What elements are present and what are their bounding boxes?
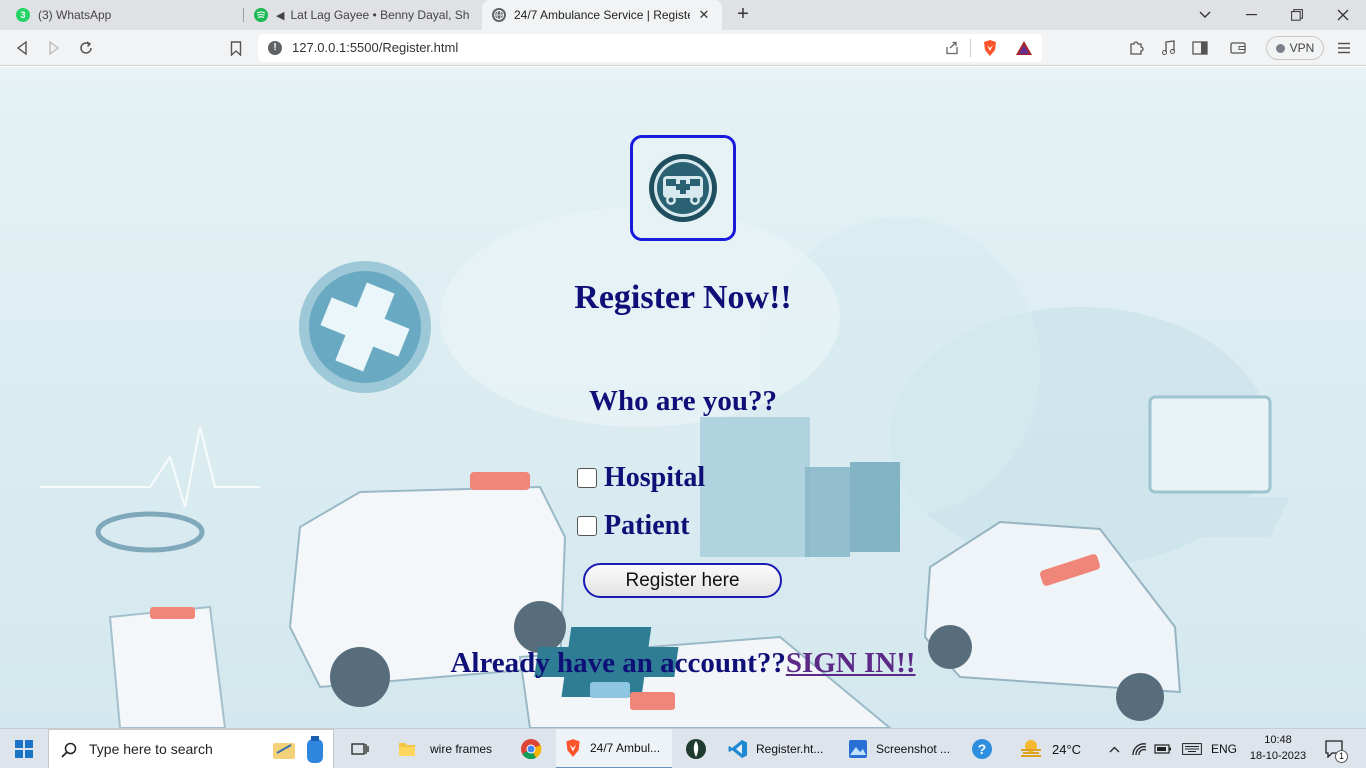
notification-center[interactable]: 1	[1322, 729, 1348, 768]
tab-spotify[interactable]: ◀ Lat Lag Gayee • Benny Dayal, Shalmali	[244, 0, 480, 30]
taskbar-app-vscode[interactable]: Register.ht...	[722, 729, 834, 768]
weather-temperature: 24°C	[1052, 741, 1082, 757]
photos-icon	[849, 740, 867, 758]
battery-icon[interactable]	[1154, 729, 1172, 768]
spotify-icon	[254, 8, 268, 22]
taskbar-app-label: wire frames	[430, 742, 493, 756]
back-button[interactable]	[10, 36, 34, 60]
clock-time: 10:48	[1264, 734, 1292, 746]
mongodb-icon	[686, 739, 706, 759]
wifi-icon[interactable]	[1130, 729, 1148, 768]
close-window-button[interactable]	[1320, 0, 1366, 30]
windows-taskbar: Type here to search wire frames 24/7 Amb…	[0, 728, 1366, 768]
notification-count: 1	[1335, 750, 1348, 763]
vpn-label: VPN	[1289, 41, 1315, 55]
search-placeholder: Type here to search	[89, 741, 213, 757]
media-icon[interactable]	[1156, 36, 1180, 60]
already-account-text: Already have an account??	[450, 647, 786, 679]
page-title: Register Now!!	[574, 279, 792, 316]
tab-search-chevron-icon[interactable]	[1182, 0, 1228, 30]
sign-in-link[interactable]: SIGN IN!!	[786, 647, 916, 679]
chrome-icon	[521, 739, 542, 760]
restore-button[interactable]	[1274, 0, 1320, 30]
help-icon[interactable]: ?	[966, 729, 998, 768]
keyboard-icon[interactable]	[1180, 729, 1204, 768]
weather-widget[interactable]: 24°C	[1018, 729, 1090, 768]
url-text: 127.0.0.1:5500/Register.html	[292, 40, 459, 55]
role-question: Who are you??	[589, 385, 777, 417]
tab-register[interactable]: 24/7 Ambulance Service | Register ✕	[482, 0, 722, 30]
forward-button[interactable]	[42, 36, 66, 60]
whatsapp-badge: 3	[20, 10, 26, 20]
clock-date: 18-10-2023	[1249, 750, 1307, 762]
show-hidden-icons-chevron-icon[interactable]	[1106, 729, 1122, 768]
register-button[interactable]: Register here	[583, 563, 782, 598]
new-tab-button[interactable]: +	[732, 4, 754, 26]
haze-weather-icon	[1021, 740, 1041, 757]
patient-option[interactable]: Patient	[577, 510, 690, 542]
vpn-status-icon	[1275, 43, 1285, 53]
brave-rewards-icon[interactable]	[1012, 36, 1036, 60]
whatsapp-icon: 3	[16, 8, 30, 22]
divider	[970, 39, 971, 57]
tab-whatsapp[interactable]: 3 (3) WhatsApp	[6, 0, 242, 30]
taskbar-app-photos[interactable]: Screenshot ...	[842, 729, 954, 768]
patient-label: Patient	[604, 510, 690, 541]
reload-button[interactable]	[74, 36, 98, 60]
sidebar-icon[interactable]	[1188, 36, 1212, 60]
hospital-label: Hospital	[604, 462, 706, 493]
browser-tab-strip: 3 (3) WhatsApp ◀ Lat Lag Gayee • Benny D…	[0, 0, 1366, 30]
ambulance-logo-icon	[649, 154, 717, 222]
browser-toolbar: ! 127.0.0.1:5500/Register.html VPN	[0, 30, 1366, 66]
brave-icon	[566, 739, 580, 757]
hospital-checkbox[interactable]	[577, 468, 597, 488]
taskbar-app-explorer[interactable]: wire frames	[390, 729, 510, 768]
patient-checkbox[interactable]	[577, 516, 597, 536]
taskbar-app-label: Screenshot ...	[876, 742, 951, 756]
minimize-button[interactable]	[1228, 0, 1274, 30]
vpn-button[interactable]: VPN	[1266, 36, 1324, 60]
taskbar-app-label: 24/7 Ambul...	[590, 741, 661, 755]
hospital-option[interactable]: Hospital	[577, 462, 705, 494]
globe-icon	[492, 8, 506, 22]
extensions-icon[interactable]	[1124, 36, 1148, 60]
start-button[interactable]	[0, 729, 48, 768]
bookmark-icon[interactable]	[224, 36, 248, 60]
system-clock[interactable]: 10:48 18-10-2023	[1238, 732, 1318, 764]
taskbar-app-brave[interactable]: 24/7 Ambul...	[556, 729, 672, 768]
tab-title: 24/7 Ambulance Service | Register	[514, 8, 690, 22]
folder-icon	[399, 743, 415, 756]
speaker-icon[interactable]: ◀	[276, 9, 284, 22]
windows-icon	[15, 740, 33, 758]
svg-text:?: ?	[978, 741, 987, 757]
vscode-icon	[728, 740, 747, 758]
share-icon[interactable]	[940, 36, 964, 60]
taskbar-app-chrome[interactable]	[512, 729, 550, 768]
site-info-icon[interactable]: !	[268, 41, 282, 55]
close-tab-icon[interactable]: ✕	[696, 7, 712, 23]
task-view-icon[interactable]	[340, 729, 380, 768]
taskbar-app-label: Register.ht...	[756, 742, 824, 756]
page-viewport: Register Now!! Who are you?? Hospital Pa…	[0, 67, 1366, 728]
address-bar[interactable]: ! 127.0.0.1:5500/Register.html	[258, 34, 1042, 62]
taskbar-app-mongodb[interactable]	[676, 729, 716, 768]
search-icon	[61, 742, 77, 758]
signin-prompt: Already have an account??SIGN IN!!	[0, 647, 1366, 680]
tab-title: (3) WhatsApp	[38, 8, 112, 22]
language-indicator[interactable]: ENG	[1210, 729, 1238, 768]
taskbar-search[interactable]: Type here to search	[48, 729, 334, 768]
tab-title: Lat Lag Gayee • Benny Dayal, Shalmali	[290, 8, 470, 22]
wallet-icon[interactable]	[1226, 36, 1250, 60]
search-highlight-icon	[271, 735, 329, 765]
brave-shields-icon[interactable]	[978, 36, 1002, 60]
ambulance-logo	[630, 135, 736, 241]
menu-icon[interactable]	[1332, 36, 1356, 60]
